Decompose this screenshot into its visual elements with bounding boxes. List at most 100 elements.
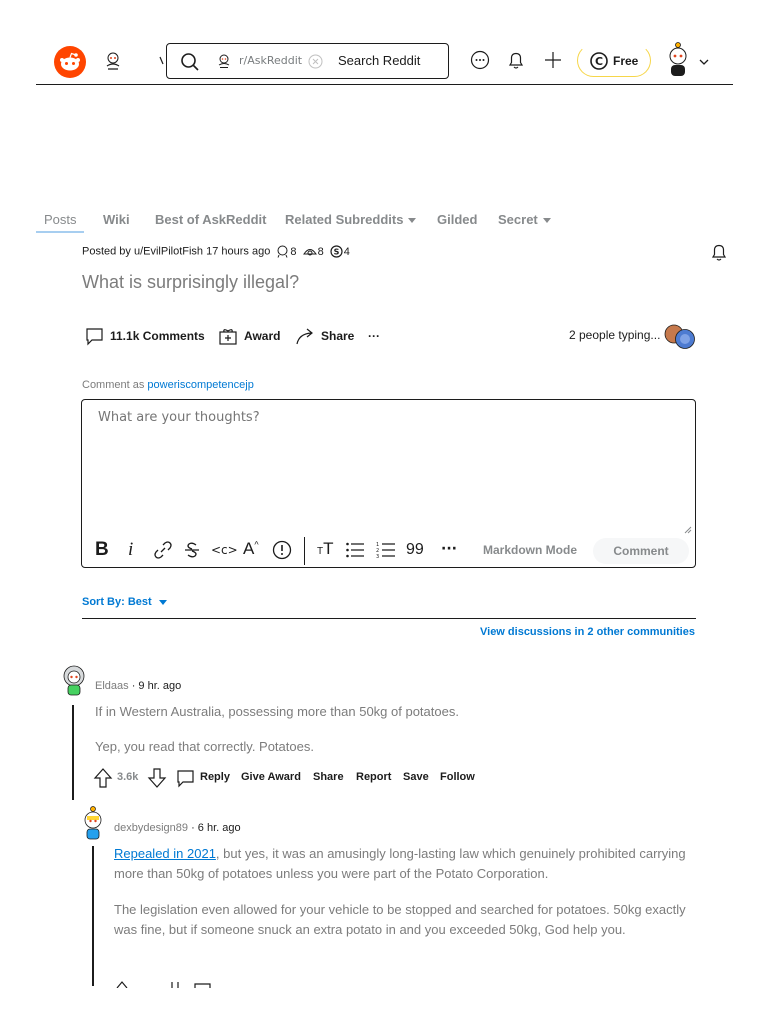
tab-secret[interactable]: Secret bbox=[498, 212, 551, 227]
upvote-arrow-icon[interactable] bbox=[93, 767, 113, 789]
save-button[interactable]: Save bbox=[403, 771, 429, 783]
submit-comment-button[interactable]: Comment bbox=[593, 538, 689, 564]
bold-button[interactable]: B bbox=[95, 539, 109, 561]
share-arrow-icon bbox=[296, 328, 313, 345]
post-actions: 11.1k Comments Award Share ··· 2 people … bbox=[82, 324, 702, 349]
numbered-list-icon[interactable]: 123 bbox=[376, 541, 396, 559]
more-options-button[interactable]: ··· bbox=[368, 324, 380, 348]
report-button[interactable]: Report bbox=[356, 771, 391, 783]
follow-post-bell-icon[interactable] bbox=[709, 242, 729, 262]
resize-handle-icon[interactable] bbox=[684, 526, 692, 534]
comment-body: Yep, you read that correctly. Potatoes. bbox=[95, 737, 695, 757]
spoiler-icon[interactable] bbox=[272, 540, 292, 560]
give-award-button[interactable]: Give Award bbox=[241, 771, 301, 783]
comment-textarea[interactable] bbox=[83, 401, 694, 534]
markdown-mode-button[interactable]: Markdown Mode bbox=[483, 543, 577, 557]
typing-avatar-icon bbox=[675, 329, 695, 349]
comment-paragraph: If in Western Australia, possessing more… bbox=[95, 704, 459, 719]
commenter-avatar-icon[interactable] bbox=[80, 805, 106, 841]
search-bar[interactable]: r/AskReddit Search Reddit bbox=[166, 43, 449, 79]
vote-count: 3.6k bbox=[117, 771, 139, 783]
comment-author[interactable]: Eldaas bbox=[95, 680, 129, 692]
comment-as: Comment as poweriscompetencejp bbox=[82, 379, 254, 391]
caret-down-icon bbox=[408, 218, 417, 224]
share-button[interactable]: Share bbox=[295, 324, 354, 348]
comment-author-line: dexbydesign89 · 6 hr. ago bbox=[114, 822, 241, 834]
tab-wiki[interactable]: Wiki bbox=[103, 212, 130, 227]
comment-actions: 3.6k Reply Give Award Share Report Save … bbox=[93, 767, 493, 789]
link-icon[interactable] bbox=[154, 541, 172, 559]
award-count: 8 bbox=[317, 245, 324, 258]
caret-down-icon bbox=[158, 599, 167, 605]
silver-award-icon bbox=[277, 245, 288, 258]
search-icon bbox=[181, 53, 199, 71]
sort-dropdown[interactable]: Sort By: Best bbox=[82, 596, 167, 608]
notification-bell-icon[interactable] bbox=[506, 50, 526, 70]
community-icon bbox=[218, 54, 230, 68]
superscript-button[interactable]: A^ bbox=[243, 539, 259, 559]
typing-indicator: 2 people typing... bbox=[569, 328, 661, 342]
share-comment-button[interactable]: Share bbox=[313, 771, 344, 783]
svg-text:3: 3 bbox=[376, 554, 379, 559]
reply-comment-icon[interactable] bbox=[193, 983, 212, 988]
comment-editor: B i <c> A^ TT 123 99 ··· Markdown Mode C… bbox=[81, 399, 696, 568]
post-meta: Posted by u/EvilPilotFish 17 hours ago 8… bbox=[82, 245, 350, 258]
comments-button[interactable]: 11.1k Comments bbox=[85, 324, 205, 348]
comment-author-line: Eldaas · 9 hr. ago bbox=[95, 680, 181, 692]
comments-count: 11.1k Comments bbox=[110, 329, 205, 343]
subreddit-tabs: Posts Wiki Best of AskReddit Related Sub… bbox=[36, 206, 636, 236]
share-label: Share bbox=[321, 329, 355, 343]
chat-icon[interactable] bbox=[470, 50, 490, 70]
user-menu-chevron-icon[interactable] bbox=[698, 56, 710, 68]
heading-button[interactable]: TT bbox=[317, 539, 334, 559]
create-post-plus-icon[interactable] bbox=[543, 50, 563, 70]
strikethrough-icon[interactable] bbox=[183, 541, 201, 559]
comment-paragraph: The legislation even allowed for your ve… bbox=[114, 902, 686, 937]
toolbar-divider bbox=[304, 537, 305, 565]
free-premium-button[interactable]: C Free bbox=[577, 44, 651, 77]
italic-button[interactable]: i bbox=[128, 539, 133, 561]
snoo-avatar-icon[interactable] bbox=[102, 50, 124, 72]
tab-related-subreddits[interactable]: Related Subreddits bbox=[285, 212, 417, 227]
caret-down-icon bbox=[542, 218, 551, 224]
award-count: 8 bbox=[290, 245, 297, 258]
follow-button[interactable]: Follow bbox=[440, 771, 475, 783]
search-input[interactable]: Search Reddit bbox=[338, 53, 420, 68]
repealed-link[interactable]: Repealed in 2021 bbox=[114, 846, 216, 861]
bulleted-list-icon[interactable] bbox=[345, 541, 365, 559]
award-count: 4 bbox=[343, 245, 350, 258]
comment-body: The legislation even allowed for your ve… bbox=[114, 900, 694, 940]
comment-age: · 9 hr. ago bbox=[131, 680, 182, 692]
commenter-avatar-icon[interactable] bbox=[60, 664, 88, 698]
post-title: What is surprisingly illegal? bbox=[82, 272, 300, 292]
helpful-award-icon bbox=[302, 249, 317, 256]
svg-text:C: C bbox=[595, 55, 603, 68]
downvote-arrow-icon[interactable] bbox=[168, 982, 182, 988]
post-time: 17 hours ago bbox=[206, 245, 271, 258]
quote-button[interactable]: 99 bbox=[406, 541, 424, 559]
upvote-arrow-icon[interactable] bbox=[114, 980, 130, 988]
reddit-logo-icon[interactable] bbox=[54, 46, 86, 78]
downvote-arrow-icon[interactable] bbox=[147, 767, 167, 789]
tab-best-of-askreddit[interactable]: Best of AskReddit bbox=[155, 212, 266, 227]
coin-icon: C bbox=[590, 52, 608, 70]
comment-author[interactable]: dexbydesign89 bbox=[114, 822, 188, 834]
thread-collapse-line[interactable] bbox=[92, 846, 94, 986]
thread-collapse-line[interactable] bbox=[72, 705, 74, 800]
other-communities-link[interactable]: View discussions in 2 other communities bbox=[480, 626, 695, 638]
coin-award-icon: S bbox=[330, 245, 343, 258]
reply-comment-icon[interactable] bbox=[176, 769, 195, 788]
award-button[interactable]: Award bbox=[218, 324, 280, 348]
posted-by[interactable]: Posted by u/EvilPilotFish bbox=[82, 245, 203, 257]
comment-paragraph: Repealed in 2021, but yes, it was an amu… bbox=[114, 844, 694, 884]
comment-paragraph: Yep, you read that correctly. Potatoes. bbox=[95, 739, 314, 754]
tab-posts[interactable]: Posts bbox=[44, 212, 77, 227]
reply-button[interactable]: Reply bbox=[200, 771, 230, 783]
clear-community-icon[interactable] bbox=[308, 54, 323, 69]
formatting-toolbar: B i <c> A^ TT 123 99 ··· Markdown Mode C… bbox=[82, 535, 695, 567]
tab-gilded[interactable]: Gilded bbox=[437, 212, 477, 227]
inline-code-button[interactable]: <c> bbox=[211, 543, 238, 557]
more-formatting-button[interactable]: ··· bbox=[441, 541, 457, 557]
current-username-link[interactable]: poweriscompetencejp bbox=[147, 379, 253, 391]
user-avatar-icon[interactable] bbox=[664, 40, 692, 80]
